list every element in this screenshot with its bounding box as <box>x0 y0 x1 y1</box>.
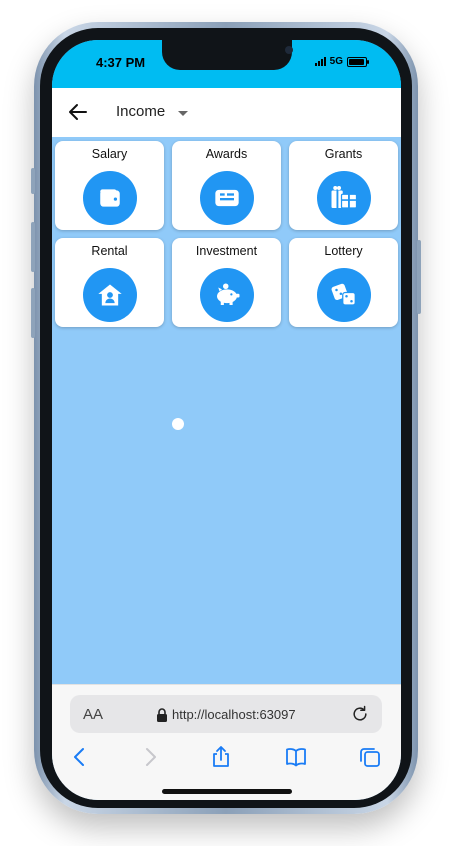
gifts-icon <box>331 186 358 209</box>
home-indicator <box>162 789 292 794</box>
url-text[interactable]: http://localhost:63097 <box>172 707 296 722</box>
action-button <box>31 168 35 194</box>
category-card-investment[interactable]: Investment <box>172 238 281 327</box>
dropdown-arrow-icon[interactable] <box>176 108 190 118</box>
category-card-rental[interactable]: Rental <box>55 238 164 327</box>
wallet-icon <box>100 189 120 207</box>
category-label: Salary <box>91 147 128 161</box>
category-label: Grants <box>324 147 363 161</box>
bookmarks-icon[interactable] <box>284 745 308 769</box>
notch <box>162 40 293 70</box>
status-icons: 5G <box>314 56 369 67</box>
network-label: 5G <box>329 56 343 67</box>
battery-icon <box>347 56 369 67</box>
id-card-icon <box>215 189 239 207</box>
touch-indicator <box>172 418 184 430</box>
dice-icon <box>331 283 356 306</box>
back-arrow-icon[interactable] <box>66 100 90 124</box>
text-size-button[interactable]: AA <box>83 706 103 723</box>
category-card-awards[interactable]: Awards <box>172 141 281 230</box>
category-card-lottery[interactable]: Lottery <box>289 238 398 327</box>
category-grid: Salary Awards Grants Rental Investment L… <box>55 141 398 327</box>
signal-icon <box>314 57 326 66</box>
camera-icon <box>285 46 293 54</box>
volume-down-button <box>31 288 35 338</box>
tabs-icon[interactable] <box>358 745 382 769</box>
power-button <box>417 240 421 314</box>
browser-toolbar <box>52 745 401 775</box>
address-bar[interactable]: AA http://localhost:63097 <box>70 695 382 733</box>
house-user-icon <box>98 284 122 306</box>
browser-chrome: AA http://localhost:63097 <box>52 684 401 800</box>
category-label: Rental <box>91 244 128 258</box>
category-card-salary[interactable]: Salary <box>55 141 164 230</box>
volume-up-button <box>31 222 35 272</box>
category-type-select[interactable]: Income <box>116 103 165 120</box>
status-time: 4:37 PM <box>96 55 146 70</box>
lock-icon <box>157 708 167 722</box>
category-label: Investment <box>195 244 258 258</box>
category-label: Awards <box>205 147 248 161</box>
share-icon[interactable] <box>209 745 233 769</box>
app-bar: Income <box>52 88 401 137</box>
piggy-bank-icon <box>217 283 240 305</box>
category-card-grants[interactable]: Grants <box>289 141 398 230</box>
chevron-right-icon[interactable] <box>138 745 162 769</box>
screen: 4:37 PM 5G Income Salary Awards Grants R… <box>52 40 401 800</box>
chevron-left-icon[interactable] <box>68 745 92 769</box>
category-label: Lottery <box>324 244 363 258</box>
reload-icon[interactable] <box>350 704 370 724</box>
